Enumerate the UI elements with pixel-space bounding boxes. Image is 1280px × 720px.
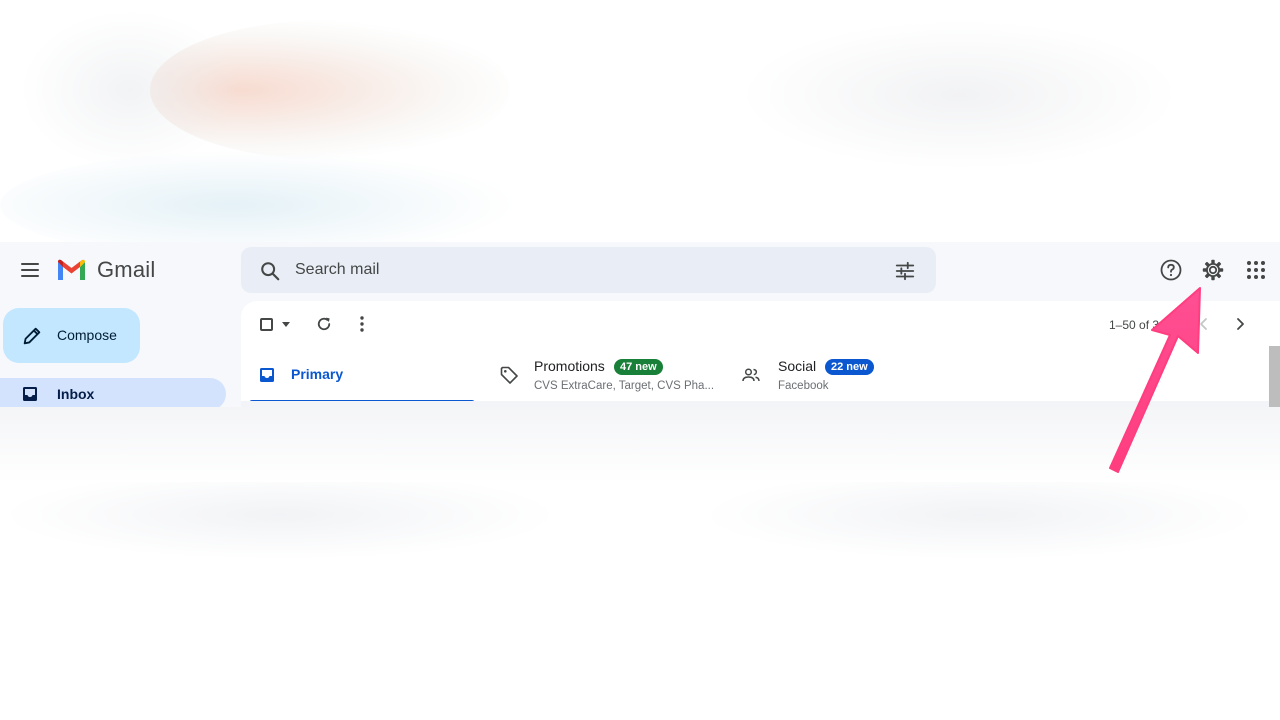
compose-label: Compose [57, 327, 117, 343]
pagination-count: 1–50 of 3 [1109, 318, 1160, 332]
blur-blob [700, 470, 1260, 560]
blur-blob [740, 20, 1180, 170]
apps-grid-icon[interactable] [1244, 258, 1268, 282]
pencil-icon [23, 327, 41, 345]
search-input[interactable] [295, 255, 855, 285]
gmail-wordmark: Gmail [97, 257, 156, 282]
sidebar-item-inbox[interactable]: Inbox [0, 378, 226, 407]
chevron-right-icon[interactable] [1232, 316, 1248, 332]
tab-promotions[interactable]: Promotions 47 new CVS ExtraCare, Target,… [499, 347, 729, 403]
select-all-checkbox[interactable] [260, 318, 273, 331]
new-count-badge: 47 new [614, 359, 663, 375]
mail-list-panel: 1–50 of 3 Primary Promotions 47 new CVS … [241, 301, 1280, 407]
compose-button[interactable]: Compose [3, 308, 140, 363]
gmail-logo[interactable]: Gmail [56, 256, 155, 284]
refresh-icon[interactable] [315, 315, 333, 333]
cropped-area-fade [0, 407, 1280, 482]
sidebar-item-label: Inbox [57, 386, 95, 402]
help-icon[interactable] [1159, 258, 1183, 282]
tab-senders-preview: Facebook [778, 380, 829, 392]
people-icon [742, 368, 760, 382]
search-bar [241, 247, 936, 293]
tab-label: Primary [291, 366, 344, 382]
gear-icon[interactable] [1201, 258, 1225, 282]
chevron-down-icon[interactable] [282, 322, 290, 327]
tag-icon [500, 366, 518, 384]
main-menu-button[interactable] [14, 256, 46, 284]
tune-icon[interactable] [894, 260, 916, 282]
gmail-m-icon [58, 259, 85, 280]
blur-blob [0, 470, 560, 560]
new-count-badge: 22 new [825, 359, 874, 375]
scrollbar[interactable] [1269, 346, 1280, 407]
tab-label: Social [778, 358, 817, 374]
blur-blob [20, 10, 240, 170]
search-icon[interactable] [259, 260, 281, 282]
inbox-icon [23, 387, 37, 401]
inbox-icon [260, 368, 274, 382]
tab-social[interactable]: Social 22 new Facebook [741, 347, 971, 403]
more-vert-icon[interactable] [355, 315, 369, 333]
tab-label: Promotions [534, 358, 605, 374]
chevron-left-icon[interactable] [1196, 316, 1212, 332]
gmail-window: Gmail Search mail Compose Inbox 1–50 of … [0, 242, 1280, 407]
hamburger-menu-icon [21, 263, 39, 265]
tab-senders-preview: CVS ExtraCare, Target, CVS Pha... [534, 380, 715, 392]
tab-primary[interactable]: Primary [249, 347, 475, 403]
